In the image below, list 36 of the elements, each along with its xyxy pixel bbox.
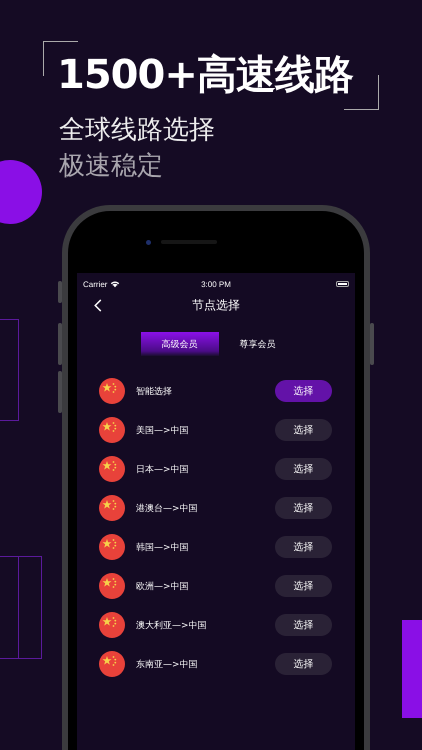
route-label: 智能选择	[136, 386, 173, 398]
carrier-label: Carrier	[83, 280, 108, 288]
select-button[interactable]: 选择	[275, 536, 332, 558]
flag-icon	[99, 612, 125, 638]
flag-icon	[99, 378, 125, 404]
tab[interactable]: 尊享会员	[218, 332, 296, 356]
back-icon[interactable]	[94, 299, 102, 312]
flag-icon	[99, 534, 125, 560]
route-label: 欧洲—>中国	[136, 580, 190, 592]
route-label: 东南亚—>中国	[136, 658, 199, 670]
route-label: 港澳台—>中国	[136, 502, 199, 514]
select-button[interactable]: 选择	[275, 458, 332, 480]
route-label: 美国—>中国	[136, 424, 190, 436]
headline: 1500+高速线路	[57, 51, 353, 100]
flag-icon	[99, 651, 125, 677]
route-label: 日本—>中国	[136, 464, 190, 476]
route-label: 澳大利亚—>中国	[136, 620, 208, 632]
select-button[interactable]: 选择	[275, 653, 332, 675]
status-time: 3:00 PM	[201, 280, 231, 288]
flag-icon	[99, 417, 125, 443]
select-button[interactable]: 选择	[275, 575, 332, 597]
select-button[interactable]: 选择	[275, 380, 332, 402]
select-button[interactable]: 选择	[275, 614, 332, 636]
flag-icon	[99, 573, 125, 599]
tab[interactable]: 高级会员	[140, 332, 218, 356]
wifi-icon	[110, 280, 120, 288]
route-label: 韩国—>中国	[136, 542, 190, 554]
flag-icon	[99, 456, 125, 482]
tagline: 极速稳定	[59, 150, 163, 183]
screen-title: 节点选择	[192, 296, 240, 314]
select-button[interactable]: 选择	[275, 419, 332, 441]
flag-icon	[99, 495, 125, 521]
battery-icon	[336, 281, 349, 287]
select-button[interactable]: 选择	[275, 497, 332, 519]
subheadline: 全球线路选择	[59, 114, 215, 147]
camera-icon	[146, 240, 150, 244]
